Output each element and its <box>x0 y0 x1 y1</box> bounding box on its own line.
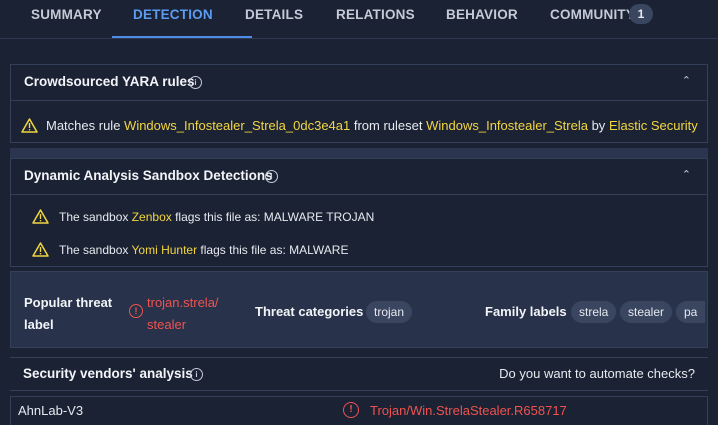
tab-bar: SUMMARY DETECTION DETAILS RELATIONS BEHA… <box>0 0 718 39</box>
yara-match-prefix: Matches rule <box>46 118 125 133</box>
threat-categories-title: Threat categories <box>255 304 364 319</box>
section-divider <box>10 148 708 158</box>
yara-ruleset-link[interactable]: Windows_Infostealer_Strela <box>426 118 588 133</box>
tab-details[interactable]: DETAILS <box>245 7 303 22</box>
tab-community[interactable]: COMMUNITY <box>550 7 635 22</box>
chevron-up-icon[interactable]: ⌃ <box>682 168 691 181</box>
sandbox-row-suffix: flags this file as: MALWARE TROJAN <box>171 210 375 224</box>
vendors-title: Security vendors' analysis <box>23 366 193 381</box>
family-label-pill[interactable]: pa <box>676 301 706 323</box>
yara-author-link[interactable]: Elastic Security <box>609 118 698 133</box>
table-row: AhnLab-V3 ! Trojan/Win.StrelaStealer.R65… <box>10 396 708 425</box>
popular-threat-label-value: trojan.strela/ stealer <box>147 292 219 336</box>
info-icon[interactable]: i <box>189 76 202 89</box>
vendor-result: Trojan/Win.StrelaStealer.R658717 <box>370 403 567 418</box>
automate-checks-link[interactable]: Do you want to automate checks? <box>499 366 695 381</box>
vendor-name: AhnLab-V3 <box>18 403 84 418</box>
popular-threat-value-line: trojan.strela/ <box>147 295 219 310</box>
tab-summary[interactable]: SUMMARY <box>31 7 102 22</box>
threat-category-pill[interactable]: trojan <box>366 301 413 323</box>
info-icon[interactable]: i <box>265 170 278 183</box>
chevron-up-icon[interactable]: ⌃ <box>682 74 691 87</box>
yara-panel-header[interactable]: Crowdsourced YARA rules i ⌃ <box>11 65 707 101</box>
vendors-header: Security vendors' analysis i Do you want… <box>10 357 708 391</box>
sandbox-name-link[interactable]: Zenbox <box>132 210 172 224</box>
yara-match-text: Matches rule Windows_Infostealer_Strela_… <box>46 118 698 133</box>
warning-icon <box>32 242 49 257</box>
sandbox-row-suffix: flags this file as: MALWARE <box>197 243 349 257</box>
family-label-pill[interactable]: stealer <box>620 301 673 323</box>
alert-circle-icon: ! <box>129 304 143 318</box>
popular-threat-label-title-line: label <box>24 317 54 332</box>
sandbox-row-prefix: The sandbox <box>59 210 132 224</box>
warning-icon <box>21 118 38 133</box>
yara-from-text: from ruleset <box>350 118 427 133</box>
sandbox-row-prefix: The sandbox <box>59 243 132 257</box>
active-tab-indicator <box>112 36 252 38</box>
community-count-badge: 1 <box>629 4 653 24</box>
sandbox-name-link[interactable]: Yomi Hunter <box>132 243 198 257</box>
tab-behavior[interactable]: BEHAVIOR <box>446 7 518 22</box>
tab-relations[interactable]: RELATIONS <box>336 7 415 22</box>
popular-threat-value-line: stealer <box>147 317 187 332</box>
tab-detection[interactable]: DETECTION <box>133 7 213 22</box>
alert-circle-icon: ! <box>343 402 359 418</box>
yara-rule-link[interactable]: Windows_Infostealer_Strela_0dc3e4a1 <box>124 118 350 133</box>
yara-title: Crowdsourced YARA rules <box>24 74 195 89</box>
yara-by-text: by <box>587 118 609 133</box>
sandbox-panel-header[interactable]: Dynamic Analysis Sandbox Detections i ⌃ <box>11 159 707 195</box>
warning-icon <box>32 209 49 224</box>
sandbox-panel: Dynamic Analysis Sandbox Detections i ⌃ … <box>10 158 708 267</box>
family-labels-title: Family labels <box>485 304 567 319</box>
info-icon[interactable]: i <box>190 368 203 381</box>
popular-threat-label-title: Popular threat label <box>24 292 112 336</box>
popular-threat-label-title-line: Popular threat <box>24 295 113 310</box>
sandbox-row: The sandbox Zenbox flags this file as: M… <box>59 210 374 224</box>
family-label-pill[interactable]: strela <box>571 301 617 323</box>
threat-summary: Popular threat label ! trojan.strela/ st… <box>10 271 708 348</box>
yara-panel: Crowdsourced YARA rules i ⌃ Matches rule… <box>10 64 708 143</box>
sandbox-title: Dynamic Analysis Sandbox Detections <box>24 168 273 183</box>
sandbox-row: The sandbox Yomi Hunter flags this file … <box>59 243 348 257</box>
